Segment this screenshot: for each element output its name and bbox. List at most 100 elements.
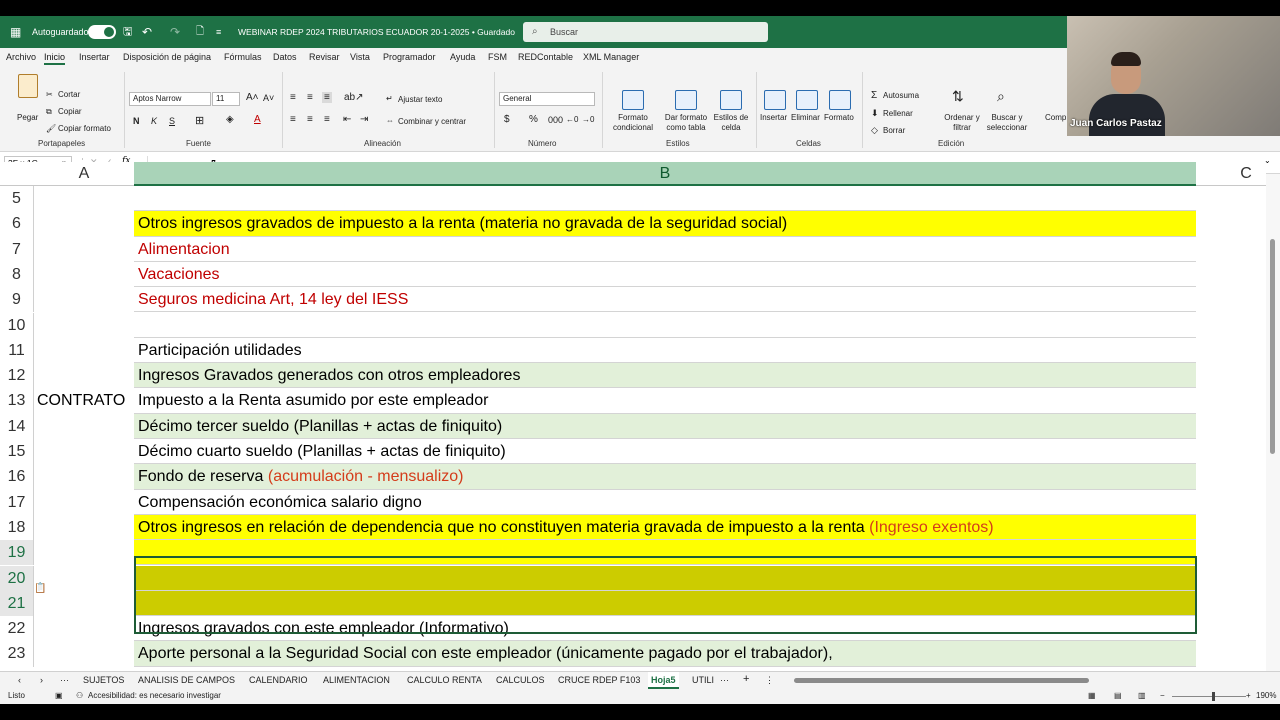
cell-b[interactable] [134,312,1196,338]
accessibility-status[interactable]: Accesibilidad: es necesario investigar [88,691,221,700]
cell-b[interactable] [134,186,1196,212]
conditional-format-icon[interactable] [622,90,644,110]
cut-icon[interactable]: ✂ [46,90,53,99]
insert-cells-icon[interactable] [764,90,786,110]
row-header[interactable]: 17 [0,489,34,515]
cell-b[interactable]: Décimo cuarto sueldo (Planillas + actas … [134,439,1196,465]
row-header[interactable]: 23 [0,641,34,667]
horizontal-scroll-thumb[interactable] [794,678,1089,683]
sheet-tab-active[interactable]: Hoja5 [648,672,679,689]
tab-inicio[interactable]: Inicio [44,52,66,65]
tab-vista[interactable]: Vista [350,52,370,62]
insert-cells-label[interactable]: Insertar [760,113,787,122]
tab-formulas[interactable]: Fórmulas [224,52,262,62]
row-header[interactable]: 20 [0,565,34,591]
cell-a[interactable] [34,237,134,262]
cell-b[interactable]: Impuesto a la Renta asumido por este emp… [134,388,1196,414]
format-cells-icon[interactable] [829,90,851,110]
align-middle-icon[interactable]: ≡ [307,92,313,103]
cell-a[interactable] [34,313,134,338]
cut-label[interactable]: Cortar [58,90,80,99]
find-select-icon[interactable]: ⌕ [997,88,1005,105]
cell-a[interactable] [34,211,134,236]
undo-icon[interactable]: ↶ [142,16,152,48]
cell-b[interactable]: Otros ingresos en relación de dependenci… [134,514,1196,541]
shrink-font-icon[interactable]: A˅ [263,93,274,103]
row-header[interactable]: 22 [0,616,34,642]
row-header[interactable]: 12 [0,363,34,389]
prev-sheet-icon[interactable]: ‹ [18,675,21,685]
cell-a[interactable] [34,287,134,312]
cell-b[interactable]: Ingresos gravados con este empleador (In… [134,616,1196,642]
cell-b[interactable]: Seguros medicina Art, 14 ley del IESS [134,287,1196,313]
row-header[interactable]: 13 [0,388,34,414]
cell-b[interactable]: Fondo de reserva (acumulación - mensuali… [134,464,1196,490]
page-break-icon[interactable]: ▥ [1138,691,1146,700]
zoom-in-icon[interactable]: + [1246,691,1251,700]
align-center-icon[interactable]: ≡ [307,114,313,125]
zoom-out-icon[interactable]: − [1160,691,1165,700]
cell-a[interactable] [34,616,134,641]
autosum-label[interactable]: Autosuma [883,91,919,100]
increase-decimal-icon[interactable]: ←0 [566,115,578,124]
tab-disposicion[interactable]: Disposición de página [123,52,211,62]
cell-a[interactable] [34,641,134,666]
sheet-tab[interactable]: SUJETOS [83,675,124,685]
cell-b[interactable]: Otros ingresos gravados de impuesto a la… [134,211,1196,237]
clear-icon[interactable]: ◇ [871,125,878,136]
cell-styles-icon[interactable] [720,90,742,110]
autosave-toggle[interactable] [88,25,116,39]
vertical-scroll-thumb[interactable] [1270,239,1275,454]
sort-filter-label[interactable]: Ordenar y filtrar [940,113,984,133]
sheet-options-icon[interactable]: ⋮ [765,675,774,686]
tab-archivo[interactable]: Archivo [6,52,36,62]
cell-b[interactable]: Alimentacion [134,236,1196,262]
format-painter-icon[interactable]: 🖌 [46,124,56,133]
row-header[interactable]: 14 [0,413,34,439]
more-sheets-icon[interactable]: ··· [60,675,69,685]
merge-label[interactable]: Combinar y centrar [398,117,466,126]
row-header[interactable]: 21 [0,590,34,617]
search-box[interactable]: ⌕ Buscar [523,22,768,42]
conditional-format-label[interactable]: Formato condicional [608,113,658,133]
align-left-icon[interactable]: ≡ [290,114,296,125]
currency-icon[interactable]: $ [504,114,510,125]
format-table-label[interactable]: Dar formato como tabla [660,113,712,133]
zoom-level[interactable]: 190% [1256,691,1276,700]
cell-a[interactable] [34,363,134,388]
customize-toolbar-icon[interactable]: ≡ [216,16,221,48]
cell-a[interactable] [34,566,134,591]
format-painter-label[interactable]: Copiar formato [58,124,111,133]
wrap-text-label[interactable]: Ajustar texto [398,95,442,104]
row-header[interactable]: 5 [0,186,34,212]
vertical-scrollbar[interactable] [1266,174,1280,671]
add-sheet-icon[interactable]: + [743,673,749,685]
font-color-icon[interactable]: A [254,114,261,125]
new-file-icon[interactable]: 🗋 [196,16,204,48]
sheet-tab[interactable]: CALENDARIO [249,675,308,685]
next-sheet-icon[interactable]: › [40,675,43,685]
worksheet-grid[interactable]: A B C 5 6 Otros ingresos gravados de impue… [0,162,1266,671]
cell-a[interactable] [34,338,134,363]
cell-a[interactable] [34,262,134,287]
cell-b[interactable]: Décimo tercer sueldo (Planillas + actas … [134,413,1196,439]
row-header[interactable]: 15 [0,439,34,465]
delete-cells-label[interactable]: Eliminar [791,113,820,122]
wrap-text-icon[interactable]: ↵ [386,94,393,103]
fill-label[interactable]: Rellenar [883,109,913,118]
clear-label[interactable]: Borrar [883,126,905,135]
cell-a[interactable] [34,186,134,211]
paste-options-icon[interactable]: 📋 [34,583,46,594]
sheet-tab[interactable]: CALCULOS [496,675,545,685]
zoom-slider-thumb[interactable] [1212,692,1215,701]
sort-filter-icon[interactable]: ⇅ [952,88,964,105]
font-size-combo[interactable]: 11 [212,92,240,106]
cell-a[interactable] [34,464,134,489]
decrease-indent-icon[interactable]: ⇤ [343,114,351,125]
increase-indent-icon[interactable]: ⇥ [360,114,368,125]
more-sheets-right-icon[interactable]: ··· [720,675,729,685]
tab-ayuda[interactable]: Ayuda [450,52,475,62]
merge-icon[interactable]: ⇔ [386,116,394,125]
row-header[interactable]: 9 [0,287,34,313]
row-header[interactable]: 8 [0,261,34,288]
